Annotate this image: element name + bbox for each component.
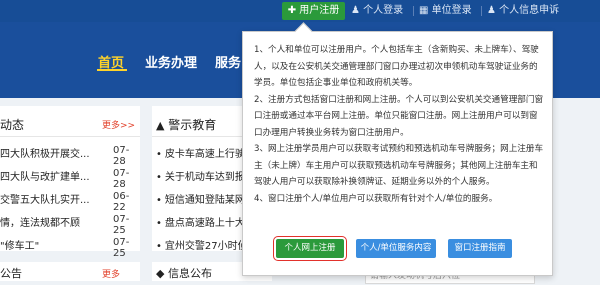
warning-icon: ▲ [156, 119, 165, 132]
news-panel: 动态 更多>> 四大队积极开展交... 07-28 四大队与改扩建单... 07… [0, 106, 140, 259]
popover-paragraph: 4、窗口注册个人/单位用户可以获取所有针对个人/单位的服务。 [254, 193, 498, 204]
bullet-icon: • [156, 218, 162, 229]
education-panel-title: ▲ 警示教育 [156, 116, 216, 133]
notice-panel-title: 公告 [0, 267, 22, 280]
education-item-title: 关于机动车达到报 [164, 172, 245, 183]
nav-business[interactable]: 业务办理 [145, 52, 197, 71]
education-item-title: 宜州交警27小时侦 [164, 241, 248, 252]
notice-more-link[interactable]: 更多 [102, 267, 120, 280]
news-item[interactable]: 四大队积极开展交... 07-28 [0, 141, 138, 167]
news-item[interactable]: 四大队与改扩建单... 07-28 [0, 164, 138, 190]
education-item-title: 短信通知登陆某网 [164, 195, 245, 206]
service-content-button[interactable]: 个人/单位服务内容 [356, 239, 436, 258]
plus-icon: ✚ [287, 5, 297, 16]
news-item-title: 交警五大队扎实开... [0, 195, 90, 206]
info-publish-title: ◆ 信息公布 [156, 265, 212, 281]
news-item-title: "修车工" [0, 241, 40, 252]
bullet-icon: • [156, 172, 162, 183]
popover-button-row: 个人网上注册 个人/单位服务内容 窗口注册指南 [273, 236, 546, 263]
news-item[interactable]: 情，连法规都不顾 07-25 [0, 210, 138, 236]
nav-service[interactable]: 服务 [215, 52, 241, 71]
news-item[interactable]: "修车工" 07-25 [0, 233, 138, 259]
news-more-link[interactable]: 更多>> [102, 118, 135, 131]
nav-active-indicator [97, 69, 127, 71]
popover-paragraph: 3、网上注册学员用户可以获取考试预约和预选机动车号牌服务；网上注册车主（未上牌）… [254, 144, 544, 187]
news-item-title: 四大队与改扩建单... [0, 172, 90, 183]
separator [413, 6, 414, 16]
register-info-popover: 1、个人和单位可以注册用户。个人包括车主（含新购买、未上牌车）、驾驶人，以及在公… [242, 22, 553, 276]
user-icon: ♟ [487, 5, 496, 16]
info-appeal-link[interactable]: ♟ 个人信息申诉 [487, 0, 559, 22]
user-icon: ♟ [351, 5, 360, 16]
counter-register-guide-button[interactable]: 窗口注册指南 [448, 239, 512, 258]
news-item-title: 四大队积极开展交... [0, 149, 90, 160]
unit-login-link[interactable]: ▦ 单位登录 [419, 0, 472, 22]
popover-body: 1、个人和单位可以注册用户。个人包括车主（含新购买、未上牌车）、驾驶人，以及在公… [254, 42, 544, 207]
news-item[interactable]: 交警五大队扎实开... 06-22 [0, 187, 138, 213]
bullet-icon: • [156, 149, 162, 160]
info-publish-title-text: 信息公布 [167, 267, 212, 280]
top-utility-bar: ✚ 用户注册 ♟ 个人登录 ▦ 单位登录 ♟ 个人信息申诉 [0, 0, 600, 22]
register-label: 用户注册 [299, 5, 340, 16]
education-item-title: 皮卡车高速上行驶 [164, 149, 245, 160]
personal-login-label: 个人登录 [363, 5, 404, 16]
info-appeal-label: 个人信息申诉 [499, 5, 560, 16]
news-panel-title: 动态 [0, 118, 25, 132]
education-item-title: 盘点高速路上十大 [164, 218, 245, 229]
news-item-title: 情，连法规都不顾 [0, 218, 80, 229]
personal-online-register-button[interactable]: 个人网上注册 [273, 236, 347, 261]
education-title-text: 警示教育 [168, 118, 217, 132]
popover-paragraph: 2、注册方式包括窗口注册和网上注册。个人可以到公安机关交通管理部门窗口注册或通过… [254, 94, 544, 138]
register-button[interactable]: ✚ 用户注册 [282, 2, 345, 20]
bullet-icon: • [156, 241, 162, 252]
unit-login-label: 单位登录 [431, 5, 472, 16]
megaphone-icon: ◆ [156, 267, 165, 280]
news-item-date: 07-25 [113, 237, 130, 259]
bullet-icon: • [156, 195, 162, 206]
notice-panel: 公告 更多 [0, 262, 140, 281]
popover-paragraph: 1、个人和单位可以注册用户。个人包括车主（含新购买、未上牌车）、驾驶人，以及在公… [254, 45, 539, 88]
building-icon: ▦ [419, 5, 429, 16]
personal-login-link[interactable]: ♟ 个人登录 [351, 0, 403, 22]
divider [0, 136, 140, 137]
separator [481, 6, 482, 16]
